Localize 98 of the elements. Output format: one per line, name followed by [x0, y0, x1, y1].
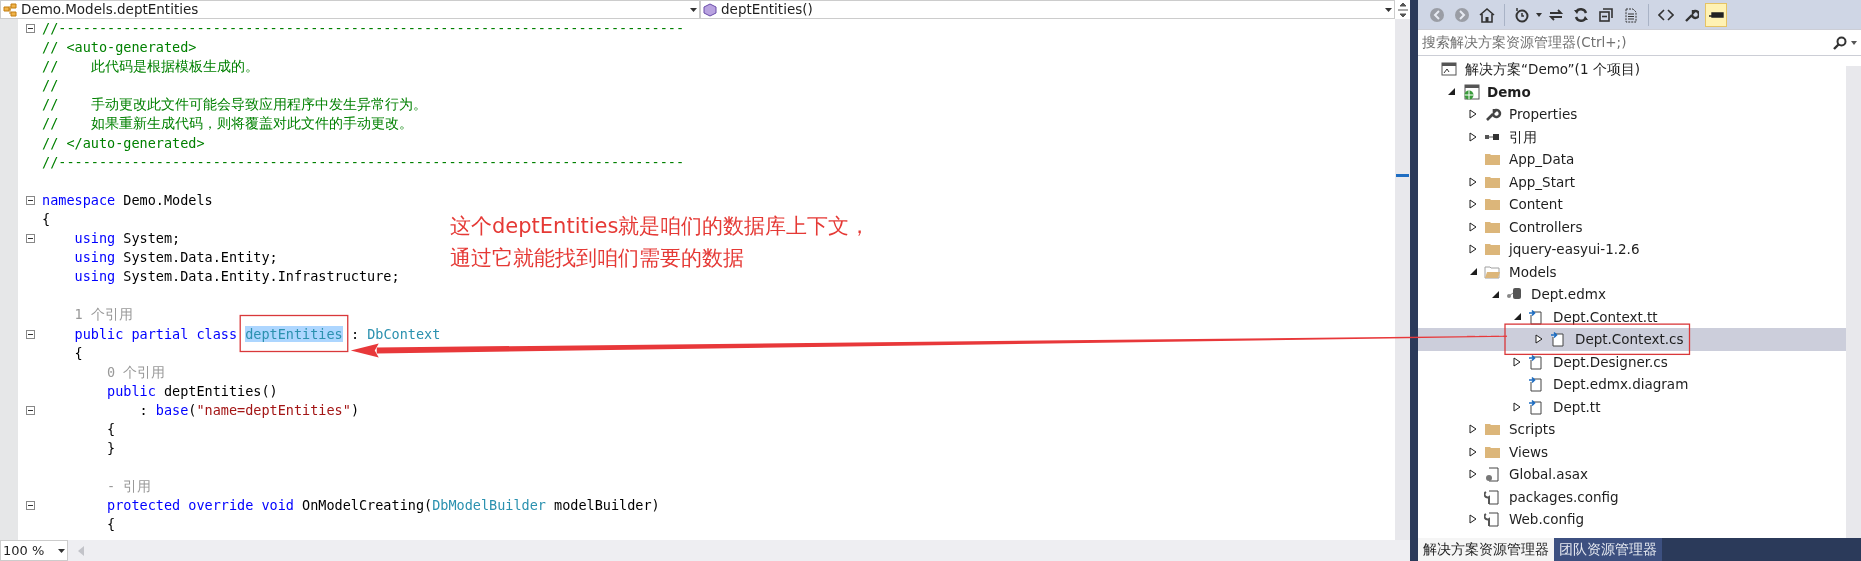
collapsed-icon[interactable]: [1513, 401, 1521, 412]
folder-icon: [1484, 421, 1502, 438]
code-line: using System.Data.Entity.Infrastructure;: [73, 267, 400, 287]
tree-item[interactable]: packages.config: [1418, 485, 1846, 508]
annotation-text: 这个deptEntities就是咱们的数据库上下文，: [450, 213, 871, 240]
collapse-icon[interactable]: [25, 405, 35, 415]
code-line: // 如果重新生成代码，则将覆盖对此文件的手动更改。: [42, 114, 413, 134]
collapsed-icon[interactable]: [1469, 469, 1477, 480]
member-dropdown[interactable]: deptEntities(): [700, 0, 1395, 19]
tree-item[interactable]: Demo: [1418, 80, 1846, 103]
folder-icon: [1484, 263, 1502, 280]
code-line: //: [42, 76, 59, 96]
expanded-icon[interactable]: [1469, 268, 1477, 276]
tree-item[interactable]: App_Start: [1418, 170, 1846, 193]
tree-item[interactable]: App_Data: [1418, 148, 1846, 171]
method-icon: [703, 2, 717, 17]
caret-icon[interactable]: [1851, 40, 1857, 45]
file-icon: [1484, 511, 1502, 528]
collapsed-icon[interactable]: [1469, 131, 1477, 142]
tree-item[interactable]: jquery-easyui-1.2.6: [1418, 238, 1846, 261]
collapsed-icon[interactable]: [1469, 424, 1477, 435]
caret-icon[interactable]: [1385, 7, 1392, 12]
collapsed-icon[interactable]: [1513, 356, 1521, 367]
code-line: : base("name=deptEntities"): [138, 400, 360, 420]
caret-icon[interactable]: [58, 548, 65, 553]
tree-item[interactable]: 解决方案“Demo”(1 个项目): [1418, 58, 1846, 81]
collapsed-icon[interactable]: [1469, 199, 1477, 210]
web-project-icon: [1462, 83, 1480, 100]
caret-icon[interactable]: [690, 7, 697, 12]
collapsed-icon[interactable]: [1469, 221, 1477, 232]
collapse-icon[interactable]: [25, 329, 35, 339]
search-field[interactable]: 搜索解决方案资源管理器(Ctrl+;): [1422, 32, 1833, 53]
search-icon[interactable]: [1833, 35, 1847, 50]
folder-icon: [1484, 151, 1502, 168]
class-icon: [3, 2, 17, 17]
tree-item[interactable]: Views: [1418, 440, 1846, 463]
file-icon: [1484, 466, 1502, 483]
expanded-icon[interactable]: [1513, 313, 1521, 321]
code-line: 1 个引用: [73, 305, 133, 325]
code-line: // <auto-generated>: [42, 38, 197, 58]
code-line: {: [73, 343, 83, 363]
tree-item[interactable]: Web.config: [1418, 508, 1846, 531]
type-dropdown[interactable]: Demo.Models.deptEntities: [0, 0, 700, 19]
collapsed-icon[interactable]: [1469, 514, 1477, 525]
collapsed-icon[interactable]: [1535, 334, 1543, 345]
code-line: using System.Data.Entity;: [73, 248, 278, 268]
vertical-scrollbar[interactable]: [1846, 66, 1861, 538]
tree-item[interactable]: Dept.edmx.diagram: [1418, 373, 1846, 396]
collapsed-icon[interactable]: [1469, 109, 1477, 120]
tree-item[interactable]: Dept.Context.cs: [1418, 328, 1846, 351]
tree-item[interactable]: Global.asax: [1418, 463, 1846, 486]
code-line: - 引用: [106, 477, 152, 497]
wrench-icon: [1484, 106, 1502, 123]
folder-icon: [1484, 196, 1502, 213]
tree-item[interactable]: Dept.edmx: [1418, 283, 1846, 306]
code-line: namespace Demo.Models: [42, 190, 213, 210]
tree-item[interactable]: Models: [1418, 260, 1846, 283]
file-icon: [1484, 488, 1502, 505]
tree-item[interactable]: Dept.Designer.cs: [1418, 350, 1846, 373]
solution-icon: [1440, 61, 1458, 78]
tree-item[interactable]: Dept.Context.tt: [1418, 305, 1846, 328]
tree-item[interactable]: 引用: [1418, 125, 1846, 148]
code-line: 0 个引用: [106, 362, 166, 382]
code-line: public deptEntities(): [106, 381, 278, 401]
zoom-combo[interactable]: 100 %: [0, 540, 68, 561]
collapsed-icon[interactable]: [1469, 244, 1477, 255]
tree-item[interactable]: Properties: [1418, 103, 1846, 126]
collapsed-icon[interactable]: [1469, 446, 1477, 457]
folder-icon: [1484, 241, 1502, 258]
tree-item[interactable]: Content: [1418, 193, 1846, 216]
code-line: {: [106, 515, 116, 535]
code-line: public partial class deptEntities : DbContext: [73, 324, 441, 344]
collapse-icon[interactable]: [25, 234, 35, 244]
annotation-text: 通过它就能找到咱们需要的数据: [450, 245, 745, 272]
split-icon[interactable]: [1397, 2, 1408, 17]
collapse-icon[interactable]: [25, 501, 35, 511]
caret-icon[interactable]: [1536, 12, 1542, 17]
collapse-icon[interactable]: [25, 195, 35, 205]
code-line: {: [42, 209, 51, 229]
tree-item[interactable]: Scripts: [1418, 418, 1846, 441]
collapsed-icon[interactable]: [1469, 176, 1477, 187]
expanded-icon[interactable]: [1491, 290, 1499, 298]
tree-item[interactable]: Dept.tt: [1418, 395, 1846, 418]
code-line: //-----------------------------------------------------------------------------: [42, 152, 685, 172]
panel-tab[interactable]: 团队资源管理器: [1554, 538, 1662, 561]
code-line: using System;: [73, 229, 181, 249]
vertical-scrollbar[interactable]: [1395, 19, 1410, 540]
code-line: }: [106, 439, 116, 459]
code-line: // 此代码是根据模板生成的。: [42, 57, 259, 77]
expanded-icon[interactable]: [1447, 88, 1455, 96]
code-line: {: [106, 419, 116, 439]
code-line: //-----------------------------------------------------------------------------: [42, 19, 685, 38]
collapse-icon[interactable]: [25, 24, 35, 34]
code-line: protected override void OnModelCreating(DbModelBuilder modelBuilder): [106, 496, 660, 516]
panel-tab[interactable]: 解决方案资源管理器: [1418, 538, 1554, 561]
code-line: // </auto-generated>: [42, 133, 205, 153]
tree-item[interactable]: Controllers: [1418, 215, 1846, 238]
code-line: // 手动更改此文件可能会导致应用程序中发生异常行为。: [42, 95, 427, 115]
